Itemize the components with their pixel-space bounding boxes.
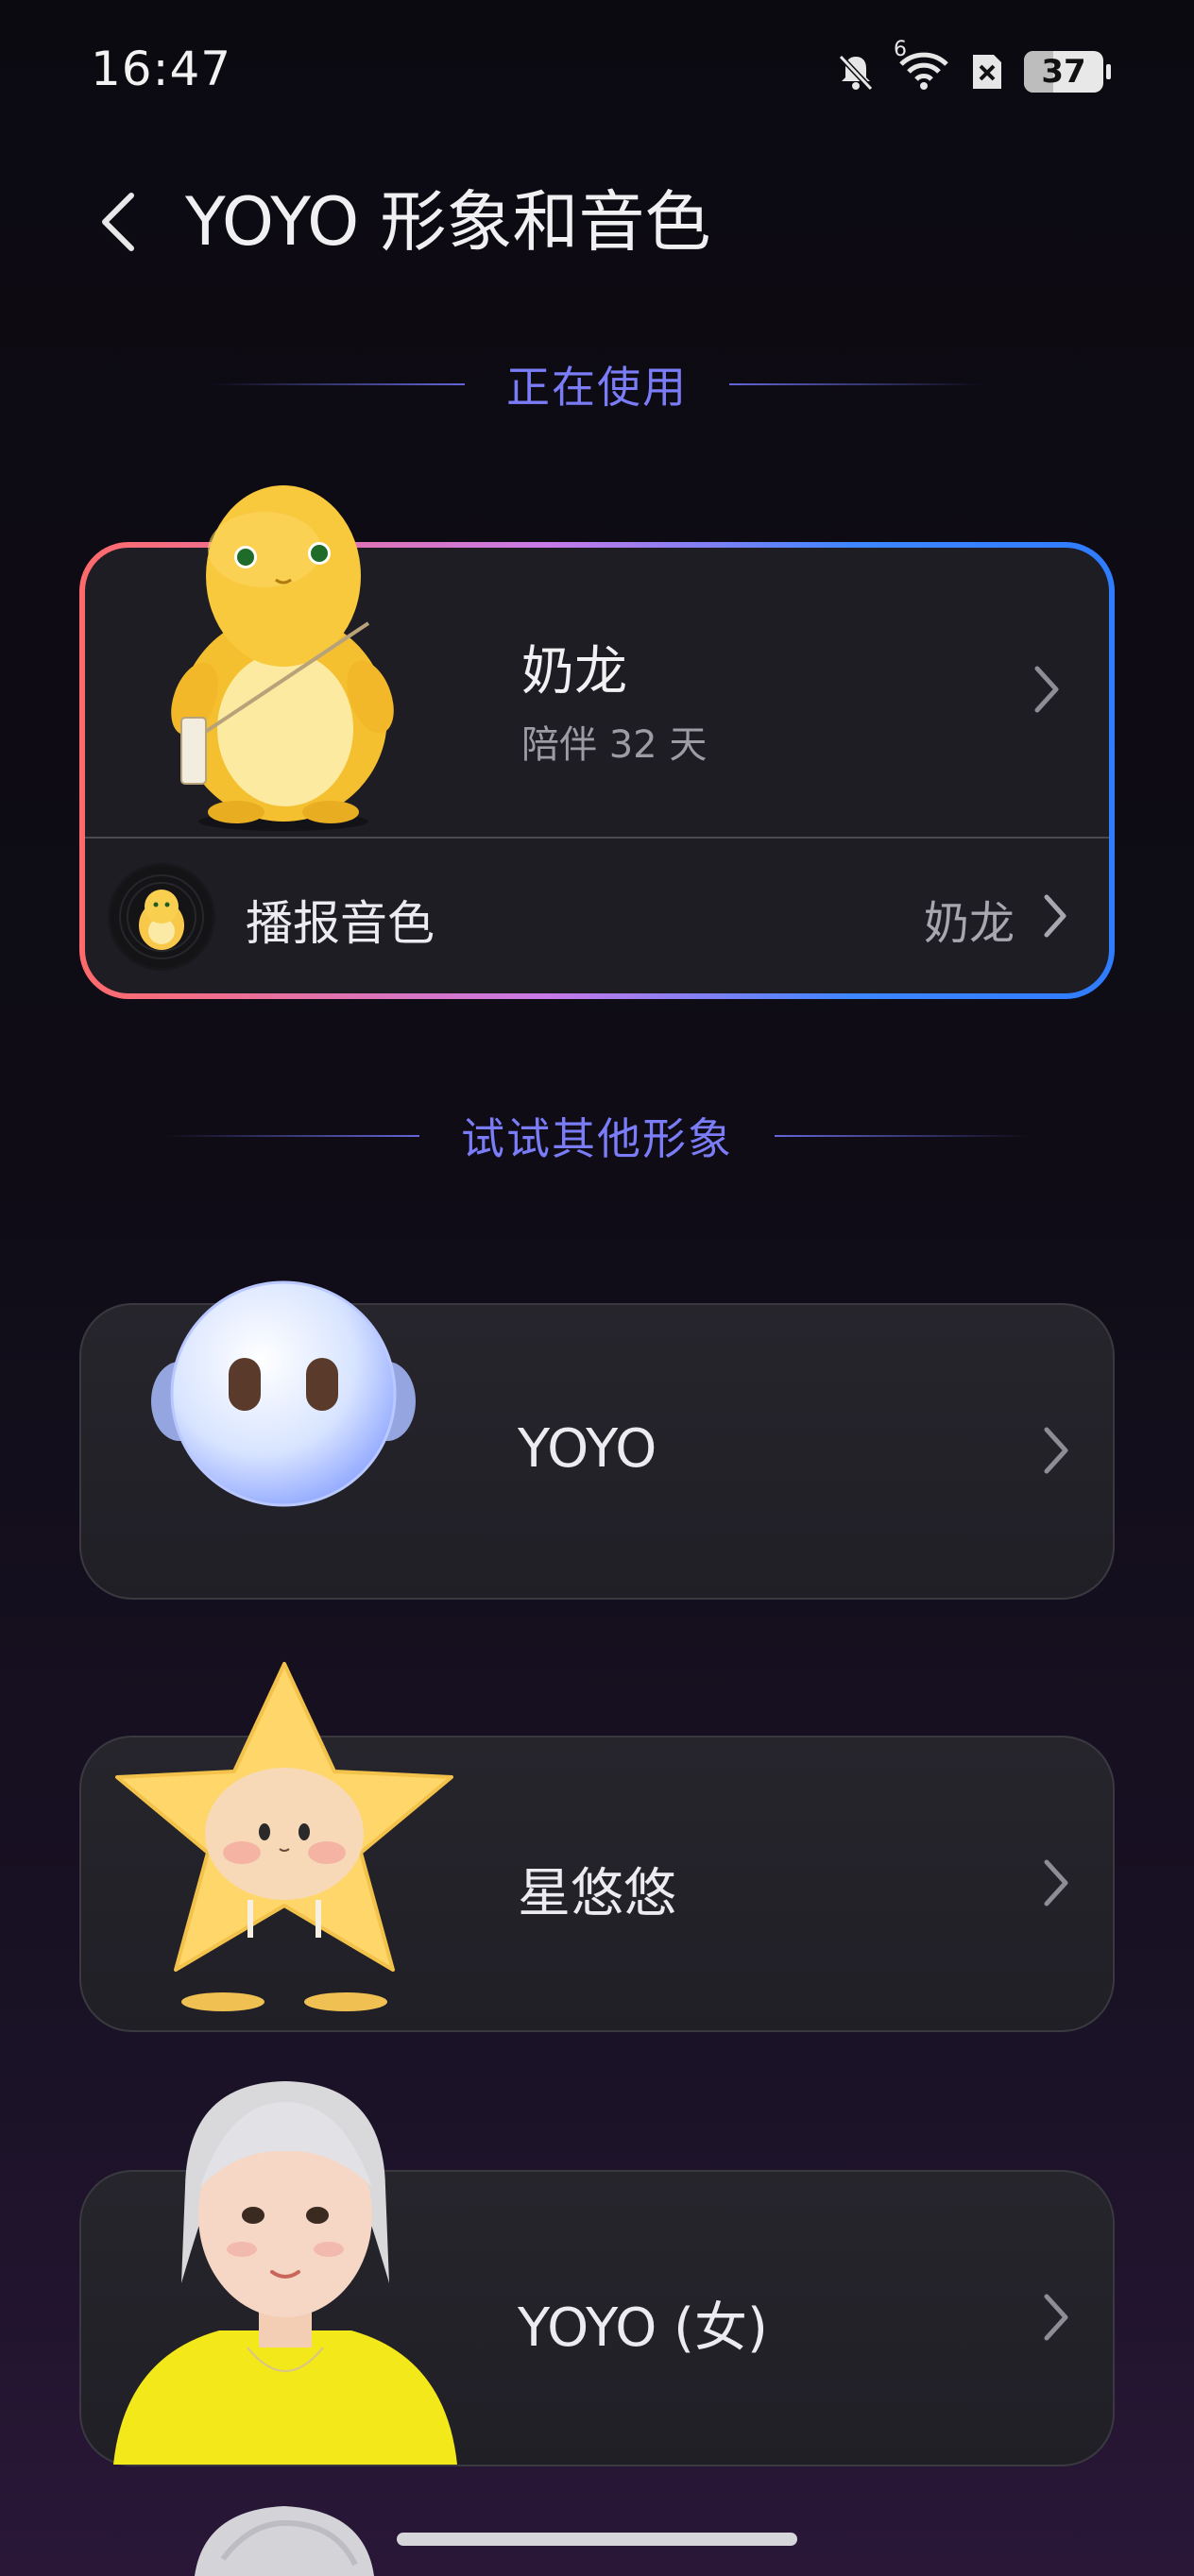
companion-days: 陪伴 32 天 <box>521 723 708 767</box>
divider-line <box>729 383 984 385</box>
chevron-right-icon <box>1044 2294 1068 2341</box>
yoyo-character-image <box>151 1280 416 1507</box>
voice-record-icon <box>108 863 215 971</box>
page-title: YOYO 形象和音色 <box>185 183 711 261</box>
voice-label: 播报音色 <box>246 896 435 951</box>
current-character-name: 奶龙 <box>521 641 627 703</box>
back-button[interactable] <box>85 179 151 264</box>
voice-row[interactable]: 播报音色 奶龙 <box>85 839 1109 993</box>
battery-value: 37 <box>1041 53 1086 91</box>
battery-icon: 37 <box>1024 51 1111 93</box>
divider-line <box>164 1135 419 1137</box>
xingyouyou-character-image <box>115 1662 453 2011</box>
signal-badge: 6 <box>894 38 907 61</box>
section-heading-in-use: 正在使用 <box>0 353 1194 415</box>
chevron-right-icon <box>1044 894 1066 938</box>
chevron-right-icon <box>1044 1859 1068 1907</box>
wifi-icon: 6 <box>894 38 950 94</box>
section-label: 正在使用 <box>506 362 688 413</box>
chevron-right-icon <box>1034 666 1059 713</box>
divider-line <box>775 1135 1030 1137</box>
status-icons: 6 37 <box>835 38 1111 94</box>
nailong-character-image <box>171 485 394 831</box>
section-heading-others: 试试其他形象 <box>0 1105 1194 1167</box>
yoyo-female-character-image <box>113 2081 457 2465</box>
character-name: YOYO (女) <box>518 2297 768 2359</box>
character-name: 星悠悠 <box>518 1863 676 1924</box>
bell-muted-icon <box>838 54 874 92</box>
sim-x-icon <box>973 55 1001 89</box>
status-time: 16:47 <box>91 42 232 96</box>
home-indicator[interactable] <box>397 2533 797 2546</box>
next-character-image <box>195 2506 374 2576</box>
section-label: 试试其他形象 <box>461 1113 733 1164</box>
back-arrow-icon <box>102 193 134 251</box>
chevron-right-icon <box>1044 1427 1068 1474</box>
voice-value: 奶龙 <box>923 897 1015 950</box>
divider-line <box>210 383 465 385</box>
character-name: YOYO <box>518 1418 657 1480</box>
